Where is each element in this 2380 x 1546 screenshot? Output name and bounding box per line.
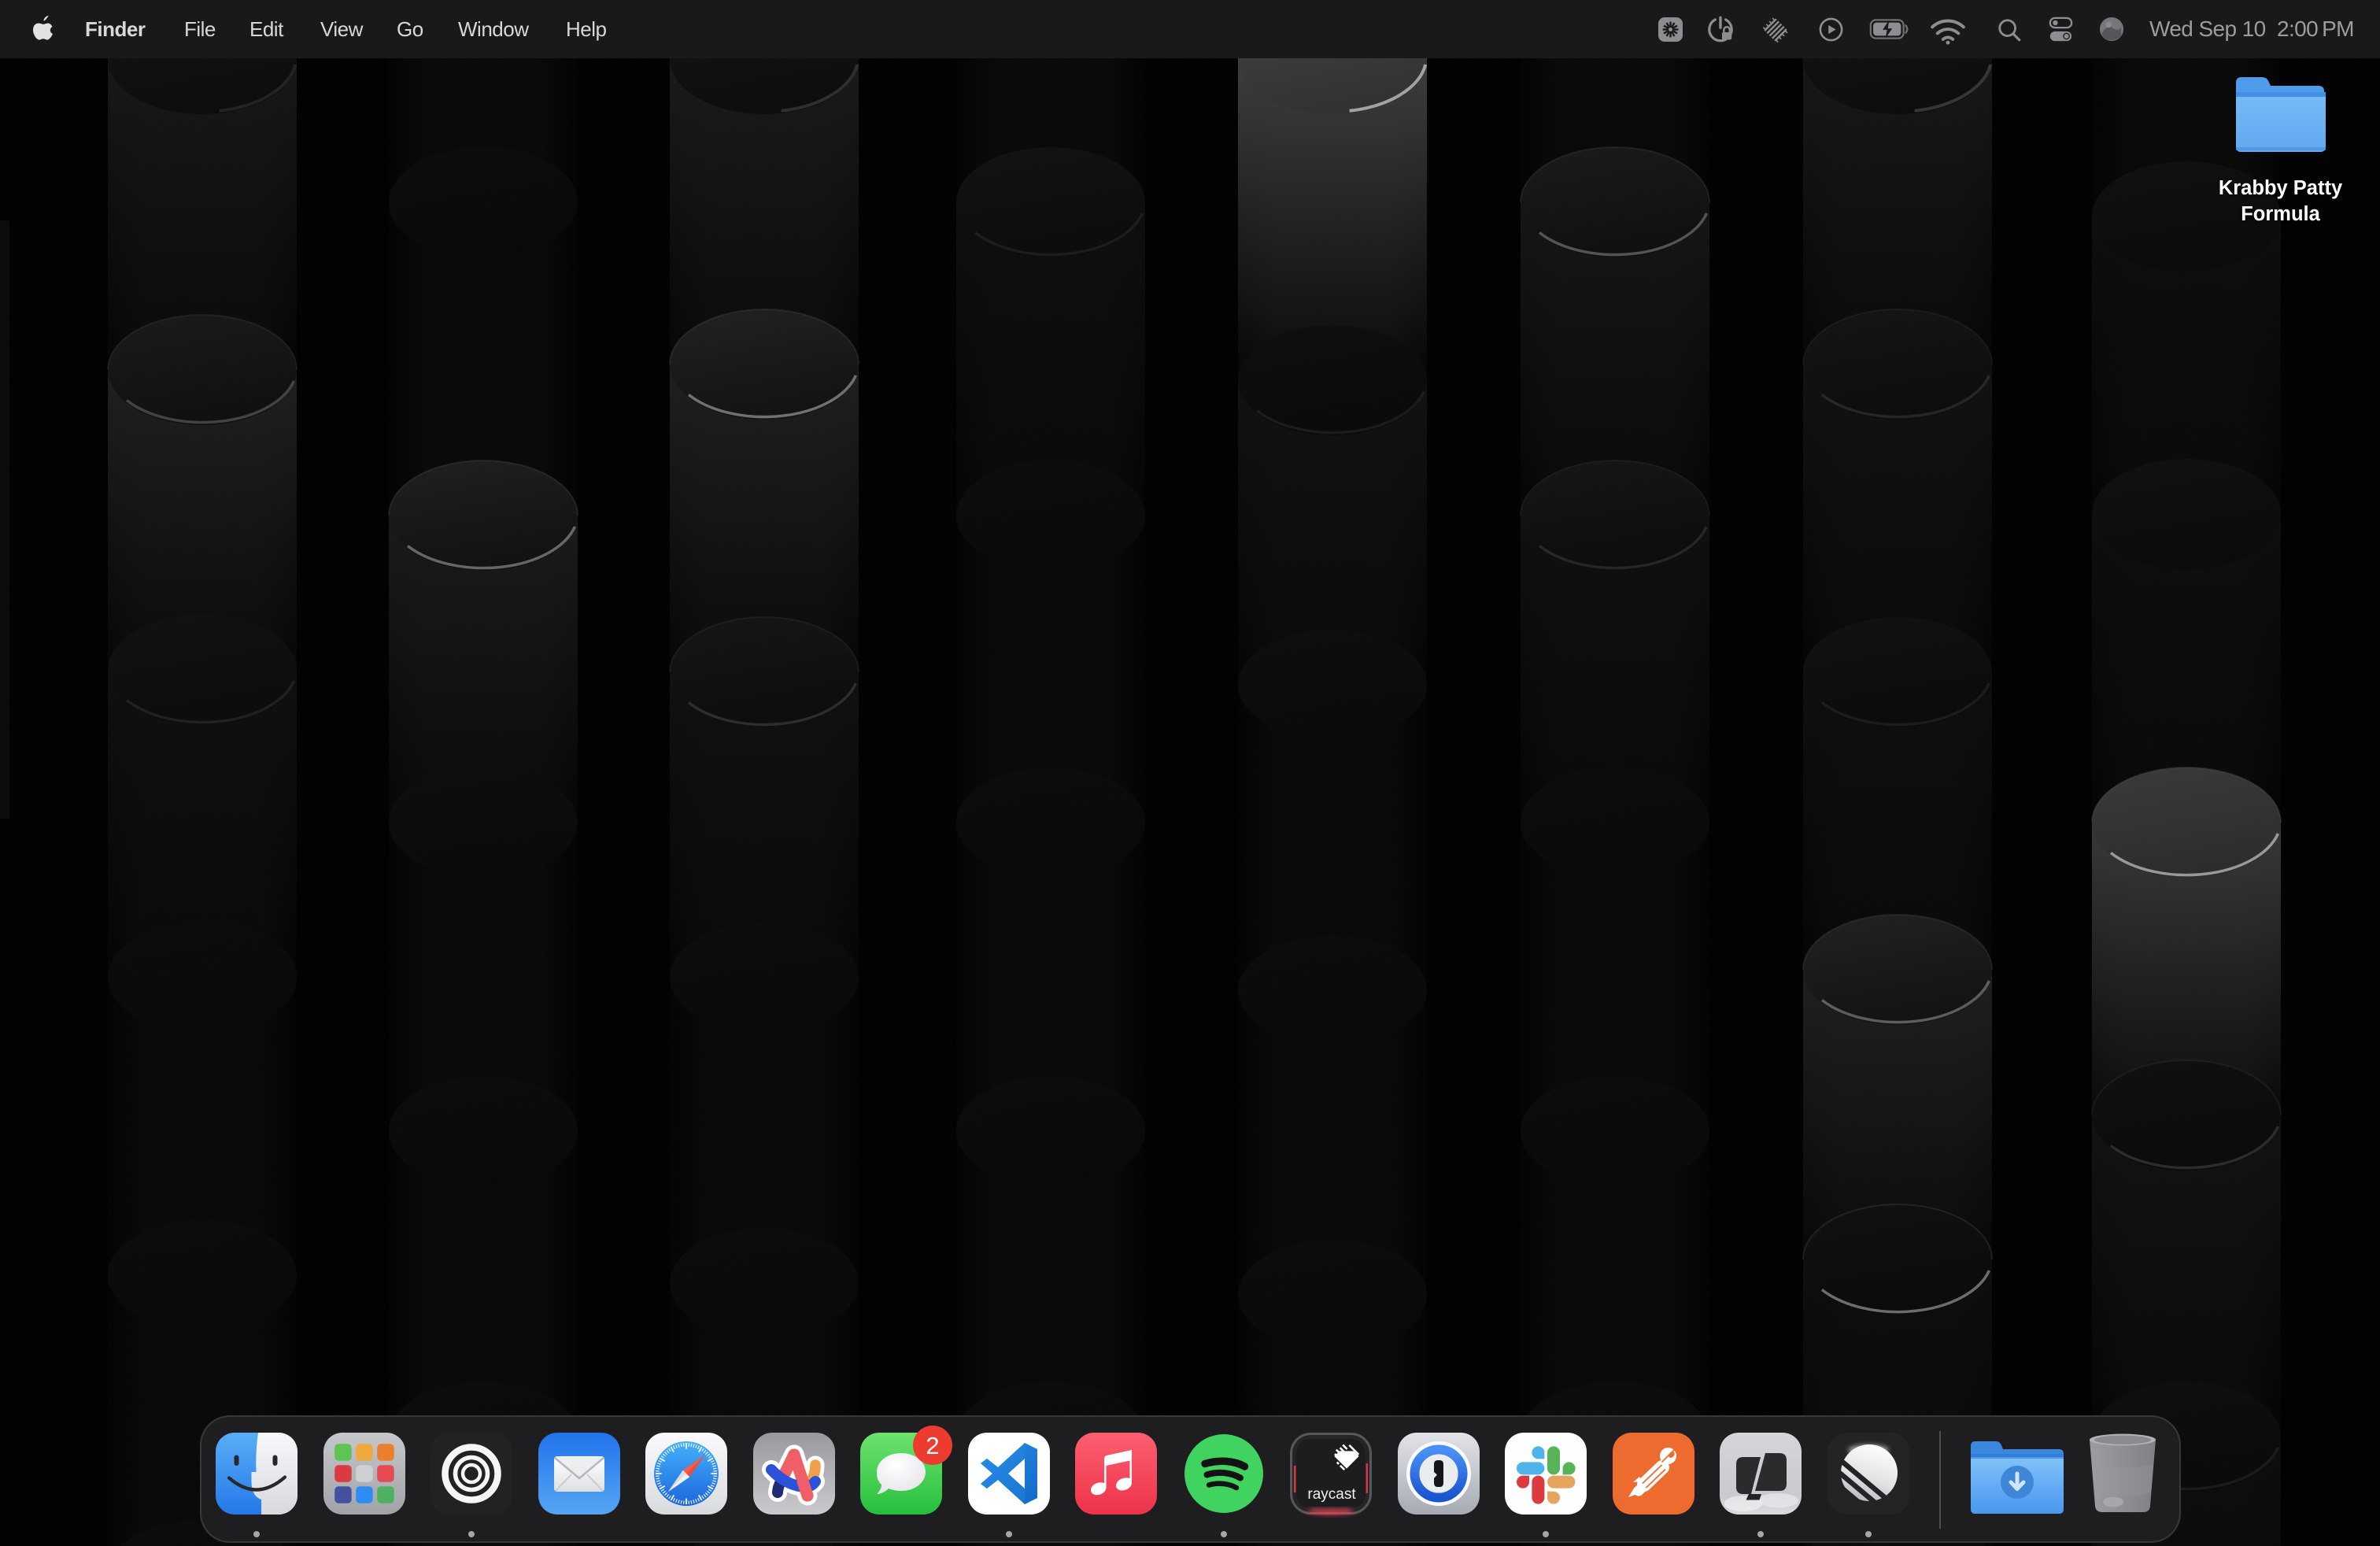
svg-text:raycast: raycast — [1307, 1486, 1356, 1503]
svg-text:2: 2 — [926, 1432, 939, 1459]
